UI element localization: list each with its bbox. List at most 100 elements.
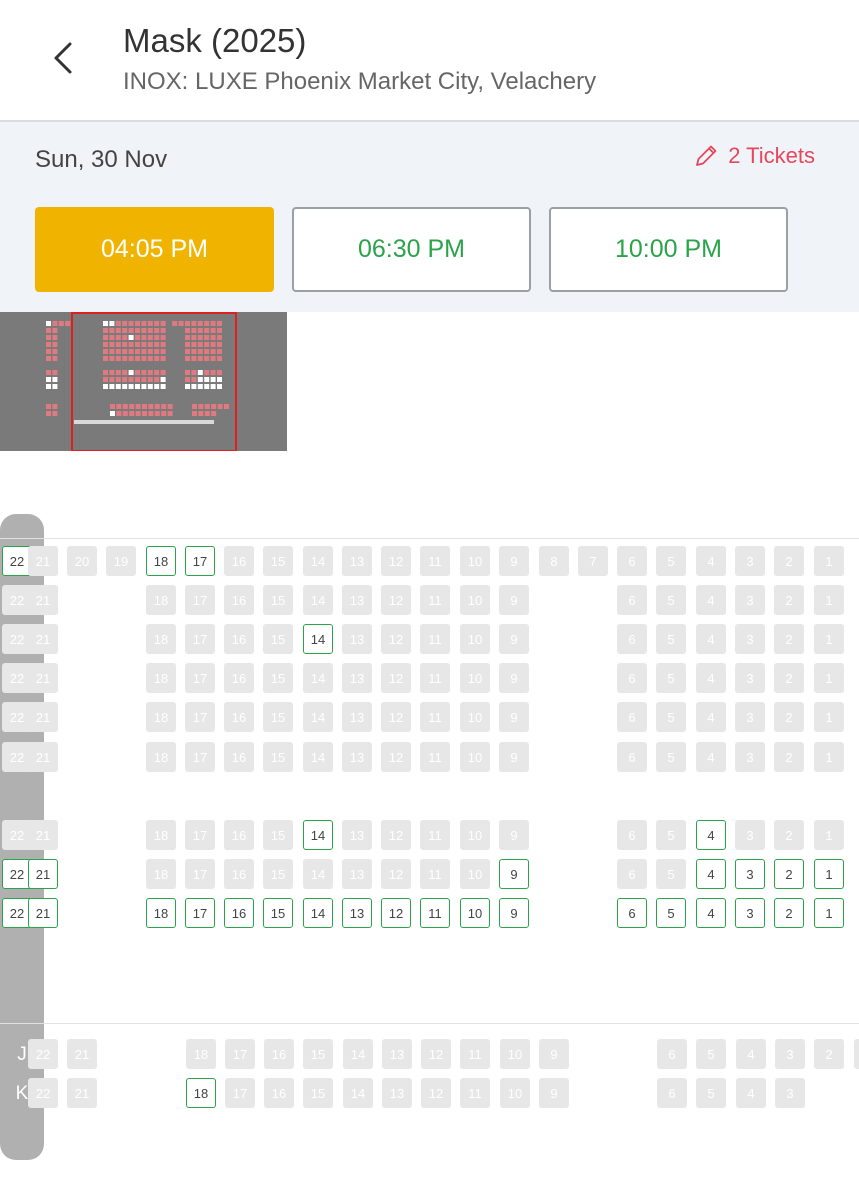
minimap-seat <box>154 370 160 375</box>
seat-available[interactable]: 3 <box>735 859 765 889</box>
minimap-seats <box>46 312 237 451</box>
seat-booked: 18 <box>146 702 176 732</box>
minimap-seat <box>52 411 58 416</box>
seat-booked: 21 <box>28 820 58 850</box>
seat-booked: 1 <box>814 702 844 732</box>
ticket-count-button[interactable]: 2 Tickets <box>692 142 815 170</box>
seat-booked: 18 <box>146 859 176 889</box>
seat-booked: 1 <box>814 742 844 772</box>
seat-available[interactable]: 18 <box>146 898 176 928</box>
seat-available[interactable]: 4 <box>696 859 726 889</box>
minimap-seat <box>191 384 197 389</box>
showtime-button[interactable]: 10:00 PM <box>549 207 788 292</box>
seat-available[interactable]: 6 <box>617 898 647 928</box>
minimap-seat <box>135 370 140 375</box>
minimap-seat <box>52 384 58 389</box>
seat-booked: 3 <box>735 663 765 693</box>
seat-booked: 1 <box>814 663 844 693</box>
minimap-seat <box>197 377 203 382</box>
minimap-seat <box>141 342 147 347</box>
minimap-seat <box>160 335 166 340</box>
seat-available[interactable]: 14 <box>303 898 333 928</box>
minimap-seat <box>147 328 153 333</box>
section-divider <box>0 1023 859 1024</box>
seat-booked: 14 <box>303 546 333 576</box>
seat-minimap[interactable] <box>0 312 287 451</box>
minimap-seat <box>122 321 128 326</box>
minimap-seat <box>115 377 121 382</box>
minimap-seat <box>161 411 167 416</box>
minimap-seat <box>46 328 51 333</box>
seat-available[interactable]: 21 <box>28 859 58 889</box>
minimap-seat <box>217 349 222 354</box>
seat-booked: 5 <box>656 742 686 772</box>
minimap-seat <box>135 384 140 389</box>
seat-booked: 9 <box>499 820 529 850</box>
seat-booked: 2 <box>774 663 804 693</box>
seat-booked: 12 <box>381 820 411 850</box>
chevron-left-icon[interactable] <box>44 36 84 80</box>
seat-available[interactable]: 18 <box>186 1078 216 1108</box>
seat-booked: 9 <box>499 663 529 693</box>
seat-booked: 3 <box>735 585 765 615</box>
minimap-seat <box>58 321 64 326</box>
showtime-button[interactable]: 06:30 PM <box>292 207 531 292</box>
minimap-seat <box>154 411 160 416</box>
minimap-seat <box>154 384 160 389</box>
seat-available[interactable]: 14 <box>303 820 333 850</box>
minimap-seat <box>154 349 160 354</box>
seat-available[interactable]: 12 <box>381 898 411 928</box>
minimap-seat <box>160 342 166 347</box>
seat-available[interactable]: 10 <box>460 898 490 928</box>
seat-booked: 12 <box>421 1039 451 1069</box>
seat-available[interactable]: 4 <box>696 820 726 850</box>
minimap-seat <box>161 404 167 409</box>
seat-available[interactable]: 4 <box>696 898 726 928</box>
minimap-seat <box>197 335 203 340</box>
seat-available[interactable]: 21 <box>28 898 58 928</box>
seat-available[interactable]: 13 <box>342 898 372 928</box>
seat-available[interactable]: 17 <box>185 546 215 576</box>
seat-available[interactable]: 11 <box>420 898 450 928</box>
minimap-seat <box>115 335 121 340</box>
ticket-count-label: 2 Tickets <box>728 143 815 168</box>
minimap-seat <box>122 335 128 340</box>
seat-booked: 13 <box>342 820 372 850</box>
minimap-seat <box>109 384 115 389</box>
minimap-seat <box>128 328 134 333</box>
back-button[interactable] <box>44 36 84 80</box>
seat-available[interactable]: 9 <box>499 898 529 928</box>
seat-available[interactable]: 3 <box>735 898 765 928</box>
seat-booked: 18 <box>186 1039 216 1069</box>
seat-available[interactable]: 2 <box>774 898 804 928</box>
seat-available[interactable]: 9 <box>499 859 529 889</box>
showtime-button[interactable]: 04:05 PM <box>35 207 274 292</box>
seat-available[interactable]: 1 <box>814 898 844 928</box>
minimap-seat <box>204 349 210 354</box>
minimap-seat <box>109 321 115 326</box>
seat-booked: 8 <box>539 546 569 576</box>
seat-available[interactable]: 14 <box>303 624 333 654</box>
minimap-seat <box>115 321 121 326</box>
seat-available[interactable]: 2 <box>774 859 804 889</box>
minimap-seat <box>191 356 197 361</box>
minimap-seat <box>52 321 58 326</box>
minimap-seat <box>217 356 222 361</box>
seat-booked: 15 <box>263 546 293 576</box>
seat-booked: 12 <box>381 585 411 615</box>
seat-booked: 16 <box>264 1078 294 1108</box>
minimap-seat <box>217 335 222 340</box>
minimap-seat <box>191 342 197 347</box>
seat-available[interactable]: 5 <box>656 898 686 928</box>
seat-available[interactable]: 18 <box>146 546 176 576</box>
seat-available[interactable]: 1 <box>814 859 844 889</box>
seat-booked: 17 <box>225 1039 255 1069</box>
seat-available[interactable]: 17 <box>185 898 215 928</box>
seat-available[interactable]: 16 <box>224 898 254 928</box>
minimap-seat <box>154 328 160 333</box>
minimap-seat <box>115 349 121 354</box>
minimap-seat <box>46 342 51 347</box>
seat-available[interactable]: 15 <box>263 898 293 928</box>
seat-booked: 14 <box>303 859 333 889</box>
minimap-seat <box>147 335 153 340</box>
